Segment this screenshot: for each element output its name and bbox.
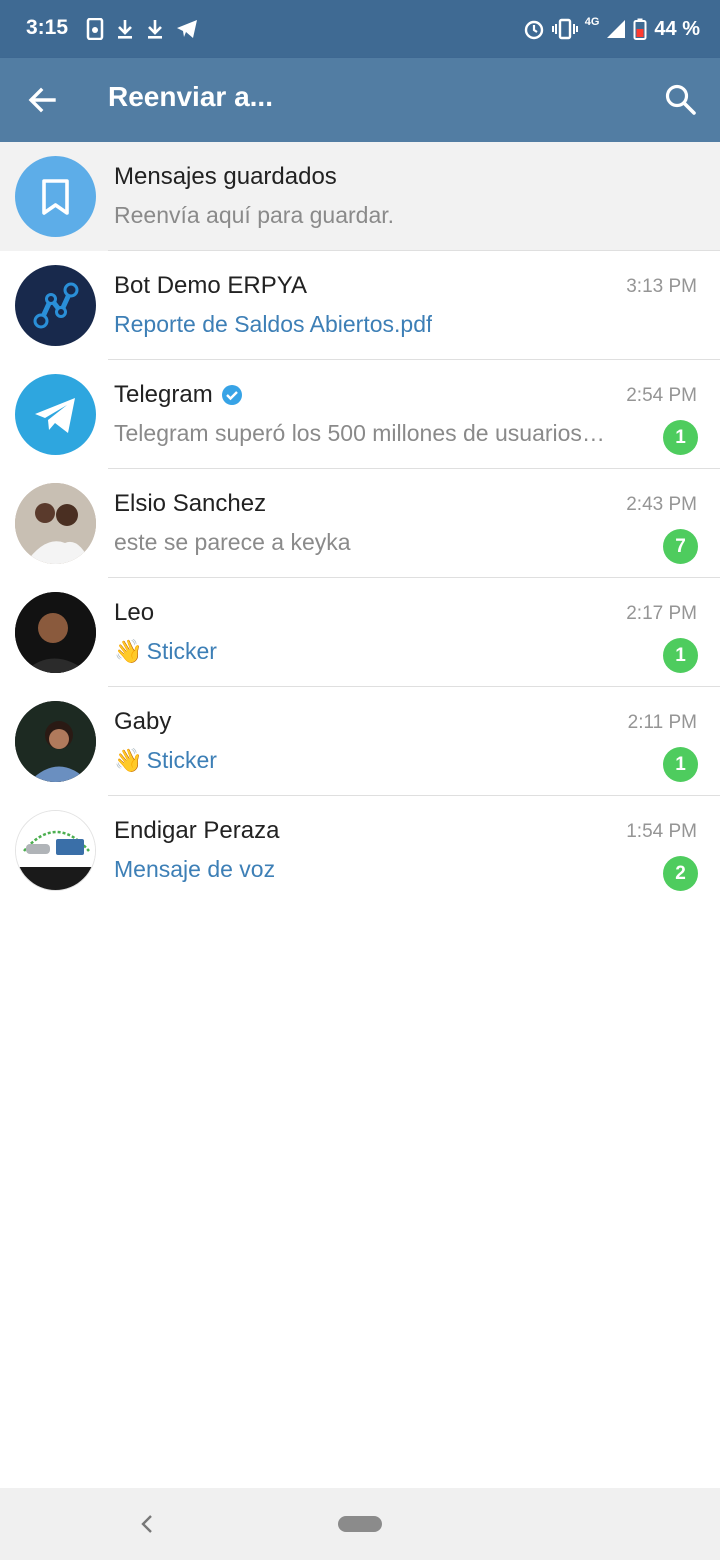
page-title: Reenviar a... [108,81,273,112]
search-icon[interactable] [662,81,700,119]
verified-icon [221,385,242,405]
alarm-icon [524,20,543,40]
bot-logo-icon [33,282,79,329]
telegram-avatar [15,374,96,455]
chat-time: 2:17 PM [626,603,697,624]
chat-preview: Mensaje de voz [114,856,276,882]
wave-emoji: 👋 [114,747,143,773]
photo-avatar [15,483,96,564]
unread-badge: 1 [663,638,698,673]
bookmark-icon [42,179,69,215]
chat-time: 2:11 PM [627,712,697,733]
chat-name: Elsio Sanchez [114,490,267,517]
chat-preview: 👋 Sticker [114,747,217,774]
unread-badge: 7 [663,529,698,564]
download-icon [118,20,132,39]
wave-emoji: 👋 [114,638,143,664]
chat-preview: 👋 Sticker [114,638,217,665]
unread-badge: 1 [663,420,698,455]
chat-row-endigar-peraza[interactable]: Endigar Peraza Mensaje de voz 1:54 PM 2 [0,796,720,905]
chat-preview: Telegram superó los 500 millones de usua… [114,420,605,446]
person-photo-icon [15,701,96,782]
nav-back-icon[interactable] [136,1512,158,1536]
bookmark-avatar [15,156,96,237]
chat-row-gaby[interactable]: Gaby 👋 Sticker 2:11 PM 1 [0,687,720,796]
download-icon [148,20,162,39]
vibrate-icon [551,18,578,40]
chat-time: 2:54 PM [626,385,697,406]
chat-list: Mensajes guardados Reenvía aquí para gua… [0,142,720,905]
system-icons: 4G 44 % [523,16,700,42]
nav-home-pill[interactable] [338,1516,382,1532]
chat-name-text: Telegram [114,381,213,408]
telegram-logo-icon [35,398,75,433]
chat-preview: este se parece a keyka [114,529,351,555]
person-photo-icon [15,483,96,564]
chat-row-telegram[interactable]: Telegram Telegram superó los 500 millone… [0,360,720,469]
chat-name: Telegram [114,381,243,409]
chat-row-bot-demo-erpya[interactable]: Bot Demo ERPYA Reporte de Saldos Abierto… [0,251,720,360]
chat-preview-text: Sticker [146,747,217,773]
chat-row-elsio-sanchez[interactable]: Elsio Sanchez este se parece a keyka 2:4… [0,469,720,578]
battery-icon [633,18,647,40]
chat-time: 2:43 PM [626,494,697,515]
signal-icon [607,20,626,38]
notification-icons [86,16,198,42]
chat-name: Endigar Peraza [114,817,280,844]
chat-name: Gaby [114,708,172,735]
chat-time: 3:13 PM [626,276,697,297]
chat-name: Bot Demo ERPYA [114,272,307,299]
chat-row-leo[interactable]: Leo 👋 Sticker 2:17 PM 1 [0,578,720,687]
bot-avatar [15,265,96,346]
battery-percent: 44 % [654,17,700,40]
chat-preview: Reporte de Saldos Abiertos.pdf [114,311,433,337]
status-time: 3:15 [26,16,69,39]
chat-time: 1:54 PM [626,821,697,842]
unread-badge: 1 [663,747,698,782]
network-type: 4G [584,16,600,28]
sim-icon [86,18,104,40]
telegram-icon [177,20,197,38]
logo-avatar [15,810,96,891]
chat-row-saved-messages[interactable]: Mensajes guardados Reenvía aquí para gua… [0,142,720,251]
chat-name: Mensajes guardados [114,163,337,190]
chat-name: Leo [114,599,155,626]
person-photo-icon [15,592,96,673]
vehicles-logo-icon [16,811,95,890]
photo-avatar [15,592,96,673]
chat-preview-text: Sticker [146,638,217,664]
unread-badge: 2 [663,856,698,891]
system-nav-bar [0,1488,720,1560]
chat-preview: Reenvía aquí para guardar. [114,202,395,228]
app-toolbar: Reenviar a... [0,58,720,142]
arrow-left-icon[interactable] [24,82,60,118]
photo-avatar [15,701,96,782]
status-bar: 3:15 4G 44 % [0,0,720,58]
